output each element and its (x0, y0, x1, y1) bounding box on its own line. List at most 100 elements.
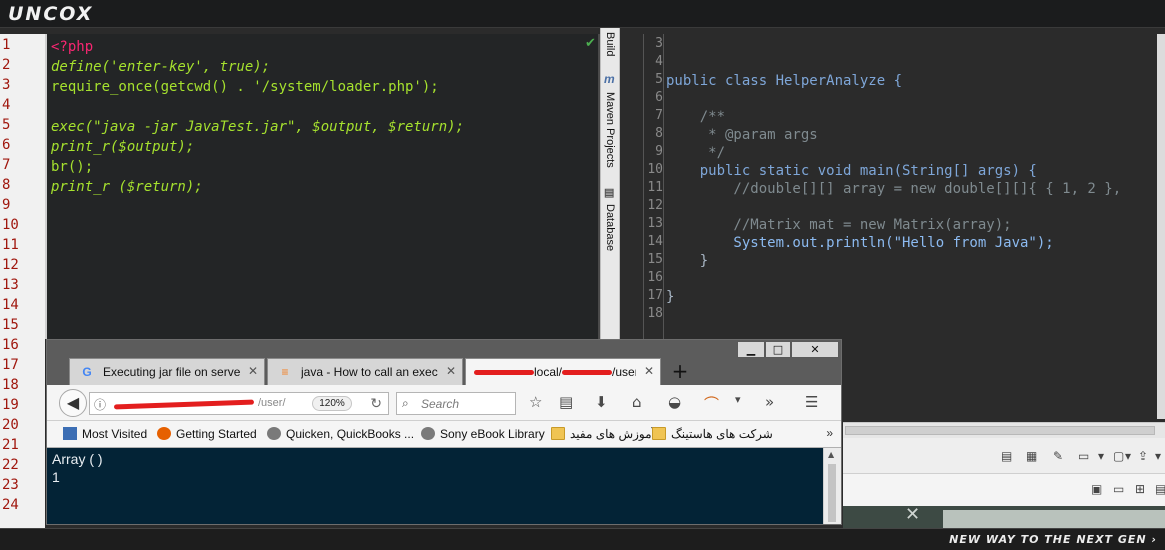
dropdown-icon[interactable]: ▾ (1125, 449, 1131, 463)
rainbow-addon-icon[interactable]: ⌒ (704, 393, 719, 414)
edit-icon[interactable]: ✎ (1053, 449, 1063, 463)
monitor-icon[interactable]: ▭ (1078, 449, 1089, 463)
globe-icon (421, 427, 435, 440)
comment-icon[interactable]: ▢ (1113, 449, 1124, 463)
close-icon: ✕ (905, 504, 921, 525)
tool-window-strip: Build m Maven Projects ▤ Database (600, 28, 620, 341)
output-line-return: 1 (52, 469, 60, 485)
ide-toolbar-secondary: ▣ ▭ ⊞ ▤ (843, 474, 1165, 506)
back-button[interactable]: ◀ (59, 389, 87, 417)
window-icon[interactable]: ▭ (1113, 482, 1124, 496)
line-number: 6 (655, 90, 663, 105)
bookmarks-overflow-chevron[interactable]: » (826, 426, 833, 440)
line-number: 20 (2, 417, 19, 433)
document-icon[interactable]: ▤ (1001, 449, 1012, 463)
panel-icon[interactable]: ▤ (1155, 482, 1165, 496)
download-icon[interactable]: ⬇ (595, 393, 608, 411)
line-number: 15 (2, 317, 19, 333)
bookmark-getting-started[interactable]: Getting Started (157, 427, 257, 441)
left-editor-gutter: 1 2 3 4 5 6 7 8 9 10 11 12 13 14 15 16 1… (0, 34, 45, 528)
reload-icon[interactable]: ↻ (370, 395, 382, 412)
search-placeholder: Search (421, 397, 460, 411)
code-line-doc-end: */ (666, 145, 726, 161)
line-number: 3 (2, 77, 11, 93)
overflow-chevron-icon[interactable]: » (765, 393, 774, 411)
line-number: 4 (655, 54, 663, 69)
line-number: 9 (655, 144, 663, 159)
home-icon[interactable]: ⌂ (632, 393, 642, 411)
code-line-comment: //Matrix mat = new Matrix(array); (666, 217, 1012, 233)
close-window-button[interactable]: ✕ (791, 341, 839, 358)
line-number: 2 (2, 57, 11, 73)
tab-active-localhost[interactable]: local//user ✕ (465, 358, 661, 385)
firefox-icon (157, 427, 171, 440)
line-number: 11 (647, 180, 663, 195)
code-line-main-method: public static void main(String[] args) { (666, 163, 1037, 179)
bookmark-sony-ebook[interactable]: Sony eBook Library (421, 427, 545, 441)
scroll-up-icon[interactable]: ▲ (828, 450, 834, 459)
bookmark-most-visited[interactable]: Most Visited (63, 427, 147, 441)
background-thumbnail: ✕ (843, 504, 1165, 528)
tagline: NEW WAY TO THE NEXT GEN › (949, 533, 1157, 546)
bookmark-quicken[interactable]: Quicken, QuickBooks ... (267, 427, 414, 441)
scrollbar-thumb[interactable] (845, 426, 1155, 435)
url-bar[interactable]: ⓘ /user/ 120% ↻ (89, 392, 389, 415)
reading-list-icon[interactable]: ▤ (559, 393, 573, 411)
line-number: 9 (2, 197, 11, 213)
scrollbar-thumb[interactable] (828, 464, 836, 522)
close-tab-icon[interactable]: ✕ (446, 364, 456, 378)
line-number: 10 (2, 217, 19, 233)
dropdown-icon[interactable]: ▾ (1098, 449, 1104, 463)
dropdown-icon[interactable]: ▾ (1155, 449, 1161, 463)
minimize-button[interactable]: ▁ (737, 341, 765, 358)
java-editor-vertical-scrollbar[interactable] (1157, 34, 1165, 419)
line-number: 17 (2, 357, 19, 373)
line-number: 10 (647, 162, 663, 177)
code-line-2: define('enter-key', true); (51, 59, 271, 75)
export-icon[interactable]: ⇪ (1138, 449, 1148, 463)
php-code: <?php define('enter-key', true); require… (47, 34, 464, 195)
output-line-array: Array ( ) (52, 451, 103, 467)
line-number: 1 (2, 37, 11, 53)
grid-icon[interactable]: ▦ (1026, 449, 1037, 463)
hamburger-menu-icon[interactable]: ☰ (805, 393, 818, 411)
back-arrow-icon: ◀ (66, 393, 80, 412)
database-icon: ▤ (604, 187, 615, 199)
bookmark-folder-hosting[interactable]: شرکت های هاستینگ (652, 427, 773, 441)
page-scrollbar[interactable]: ▲ (823, 448, 841, 524)
globe-icon (267, 427, 281, 440)
zoom-indicator[interactable]: 120% (312, 396, 352, 411)
code-line-doc-param: * @param args (666, 127, 818, 143)
dropdown-icon[interactable]: ▾ (735, 393, 741, 406)
maven-projects-tab[interactable]: Maven Projects (604, 92, 616, 168)
line-number: 21 (2, 437, 19, 453)
add-icon[interactable]: ⊞ (1135, 482, 1145, 496)
pocket-icon[interactable]: ◒ (668, 393, 681, 411)
restore-icon[interactable]: ▣ (1091, 482, 1102, 496)
line-number: 8 (2, 177, 11, 193)
line-number: 6 (2, 137, 11, 153)
bookmark-folder-tutorials[interactable]: آموزش های مفید (551, 427, 655, 441)
bottom-brand-bar: NEW WAY TO THE NEXT GEN › (0, 528, 1165, 550)
php-editor[interactable]: <?php define('enter-key', true); require… (45, 34, 598, 339)
bookmark-star-icon[interactable]: ☆ (529, 393, 542, 411)
thumbnail-image (943, 510, 1165, 528)
tab-java-how-to[interactable]: ≡ java - How to call an execu ✕ (267, 358, 463, 385)
line-number: 12 (2, 257, 19, 273)
maximize-button[interactable]: □ (765, 341, 791, 358)
build-tab[interactable]: Build (604, 32, 616, 56)
line-number: 19 (2, 397, 19, 413)
line-number: 16 (2, 337, 19, 353)
close-tab-icon[interactable]: ✕ (644, 364, 654, 378)
database-tab[interactable]: Database (604, 204, 616, 251)
folder-icon (551, 427, 565, 440)
close-tab-icon[interactable]: ✕ (248, 364, 258, 378)
code-line-6: print_r($output); (51, 139, 195, 155)
search-bar[interactable]: ⌕ Search (396, 392, 516, 415)
tab-executing-jar[interactable]: G Executing jar file on server ✕ (69, 358, 265, 385)
info-icon[interactable]: ⓘ (94, 396, 106, 413)
new-tab-button[interactable]: + (669, 360, 691, 382)
code-line-5: exec("java -jar JavaTest.jar", $output, … (51, 119, 465, 135)
java-editor-horizontal-scrollbar[interactable] (843, 422, 1165, 438)
line-number: 7 (2, 157, 11, 173)
